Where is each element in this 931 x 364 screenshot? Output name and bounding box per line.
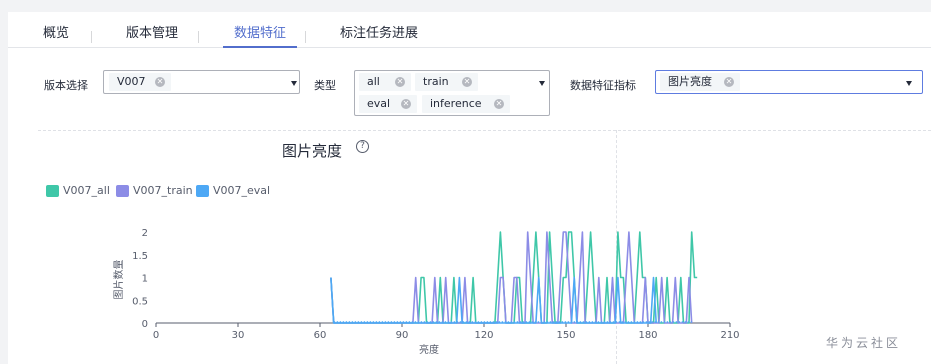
data-features-panel: 概览 版本管理 数据特征 标注任务进展 版本选择 V007 ✕ 类型 all ✕… [8, 12, 931, 364]
metric-filter-label: 数据特征指标 [570, 79, 636, 92]
help-circle-icon[interactable]: ? [356, 140, 369, 153]
type-select[interactable]: all ✕ train ✕ eval ✕ inference ✕ [354, 70, 550, 116]
type-tag: inference ✕ [422, 95, 510, 113]
tab-divider [198, 31, 199, 43]
tab-data-features[interactable]: 数据特征 [234, 26, 286, 42]
legend-label: V007_train [133, 184, 193, 197]
caret-down-icon [291, 81, 297, 86]
tab-version-management[interactable]: 版本管理 [126, 26, 178, 42]
metric-tag: 图片亮度 ✕ [660, 73, 740, 91]
caret-down-icon [539, 81, 545, 86]
x-tick-label: 60 [314, 330, 327, 341]
x-tick-label: 30 [232, 330, 245, 341]
tab-overview[interactable]: 概览 [43, 26, 69, 42]
y-axis-label: 图片数量 [112, 260, 125, 300]
version-select[interactable]: V007 ✕ [103, 70, 300, 94]
x-tick-label: 150 [556, 330, 575, 341]
y-tick-label: 1 [142, 274, 148, 285]
tab-labeling-progress[interactable]: 标注任务进展 [340, 26, 418, 42]
caret-down-icon [906, 81, 912, 86]
x-tick-label: 120 [474, 330, 493, 341]
type-tag-label: all [367, 75, 380, 88]
brightness-line-chart: 0 30 60 90 120 150 180 210 0 0.5 1 1.5 2 亮度 图片数量 [112, 228, 740, 356]
type-tag: all ✕ [359, 73, 411, 91]
close-circle-icon[interactable]: ✕ [494, 99, 504, 109]
type-tag-label: eval [367, 97, 391, 110]
close-circle-icon[interactable]: ✕ [155, 77, 165, 87]
version-tag: V007 ✕ [109, 73, 171, 91]
y-tick-label: 1.5 [132, 251, 148, 262]
type-tag: train ✕ [415, 73, 478, 91]
x-tick-label: 210 [720, 330, 739, 341]
close-circle-icon[interactable]: ✕ [395, 77, 405, 87]
close-circle-icon[interactable]: ✕ [462, 77, 472, 87]
x-tick-label: 90 [396, 330, 409, 341]
tab-divider [91, 31, 92, 43]
close-circle-icon[interactable]: ✕ [401, 99, 411, 109]
y-tick-label: 0 [142, 319, 148, 330]
type-tag-label: train [423, 75, 449, 88]
tab-bar: 概览 版本管理 数据特征 标注任务进展 [8, 12, 931, 48]
y-tick-label: 0.5 [132, 296, 148, 307]
chart-title: 图片亮度 [282, 142, 343, 160]
metric-tag-label: 图片亮度 [668, 75, 712, 88]
type-filter-label: 类型 [314, 79, 336, 92]
section-divider [38, 130, 931, 131]
close-circle-icon[interactable]: ✕ [724, 77, 734, 87]
legend-label: V007_all [63, 184, 110, 197]
watermark: 华为云社区 [826, 336, 902, 350]
version-tag-label: V007 [117, 75, 146, 88]
x-tick-label: 180 [638, 330, 657, 341]
y-tick-label: 2 [142, 228, 148, 239]
legend-swatch [116, 185, 129, 197]
x-axis-label: 亮度 [419, 343, 439, 356]
type-tag: eval ✕ [359, 95, 417, 113]
type-tag-label: inference [430, 97, 482, 110]
metric-select[interactable]: 图片亮度 ✕ [655, 70, 923, 94]
legend-label: V007_eval [213, 184, 271, 197]
active-tab-indicator [223, 46, 297, 48]
tab-divider [305, 31, 306, 43]
legend-swatch [46, 185, 59, 197]
legend-swatch [196, 185, 209, 197]
version-filter-label: 版本选择 [44, 79, 88, 92]
x-tick-label: 0 [153, 330, 159, 341]
